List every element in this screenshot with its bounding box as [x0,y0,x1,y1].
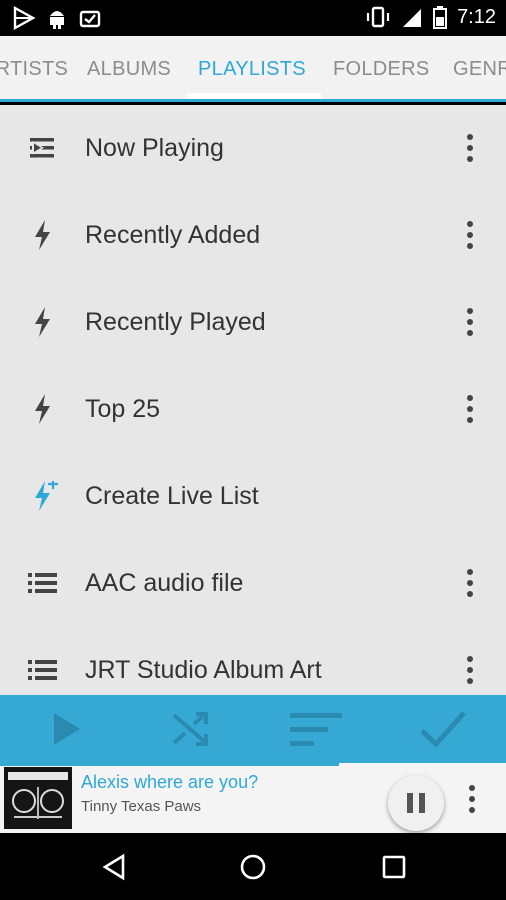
bolt-plus-icon [26,479,60,511]
status-bar: 7:12 [0,0,506,36]
list-icon [26,655,60,685]
tab-playlists[interactable]: PLAYLISTS [198,58,306,81]
create-live-list-row[interactable]: Create Live List [0,453,506,540]
navigation-bar [0,833,506,900]
pause-icon [407,793,413,813]
playlist-label: AAC audio file [85,569,244,597]
playlist-label: Recently Played [85,308,266,336]
playlist-label: Create Live List [85,482,259,510]
now-playing-bar[interactable]: Alexis where are you? Tinny Texas Paws [0,763,506,833]
more-options-icon[interactable] [460,393,480,425]
album-art [4,767,72,829]
playlist-row-top-25[interactable]: Top 25 [0,366,506,453]
back-icon[interactable] [94,847,134,887]
shuffle-icon[interactable] [162,707,218,751]
more-options-icon[interactable] [462,783,482,815]
playlist-label: Top 25 [85,395,161,423]
android-debug-icon [46,6,68,30]
more-options-icon[interactable] [460,132,480,164]
playlist-label: JRT Studio Album Art [85,656,322,684]
tab-albums[interactable]: ALBUMS [87,58,171,81]
playlist-label: Now Playing [85,134,224,162]
playlist-list: Now Playing Recently Added Recently Play… [0,105,506,695]
playlist-row-jrt-studio-album-art[interactable]: JRT Studio Album Art [0,627,506,695]
home-icon[interactable] [233,847,273,887]
bolt-icon [26,307,60,337]
list-icon [26,568,60,598]
play-icon[interactable] [38,707,94,751]
playlist-row-aac-audio-file[interactable]: AAC audio file [0,540,506,627]
more-options-icon[interactable] [460,219,480,251]
now-playing-icon [26,133,60,163]
track-title: Alexis where are you? [81,772,259,792]
bolt-icon [26,394,60,424]
playlist-row-recently-added[interactable]: Recently Added [0,192,506,279]
tab-artists[interactable]: ARTISTS [0,58,68,81]
signal-icon [401,6,423,28]
playlist-label: Recently Added [85,221,261,249]
status-time: 7:12 [457,5,496,28]
pause-button[interactable] [388,775,444,831]
download-done-icon [78,6,102,30]
tab-folders[interactable]: FOLDERS [333,58,430,81]
play-store-icon [12,6,36,30]
action-bar [0,695,506,763]
recents-icon[interactable] [374,847,414,887]
vibrate-icon [365,5,391,29]
sort-icon[interactable] [288,707,344,751]
playlist-row-recently-played[interactable]: Recently Played [0,279,506,366]
track-artist: Tinny Texas Paws [81,798,202,815]
bolt-icon [26,220,60,250]
tab-bar: ARTISTS ALBUMS PLAYLISTS FOLDERS GENRES [0,36,506,102]
active-tab-indicator [187,93,321,99]
battery-icon [433,5,448,29]
more-options-icon[interactable] [460,567,480,599]
more-options-icon[interactable] [460,306,480,338]
check-icon[interactable] [415,707,471,751]
playback-progress [0,763,340,766]
tab-genres[interactable]: GENRES [453,58,506,81]
more-options-icon[interactable] [460,654,480,686]
playlist-row-now-playing[interactable]: Now Playing [0,105,506,192]
